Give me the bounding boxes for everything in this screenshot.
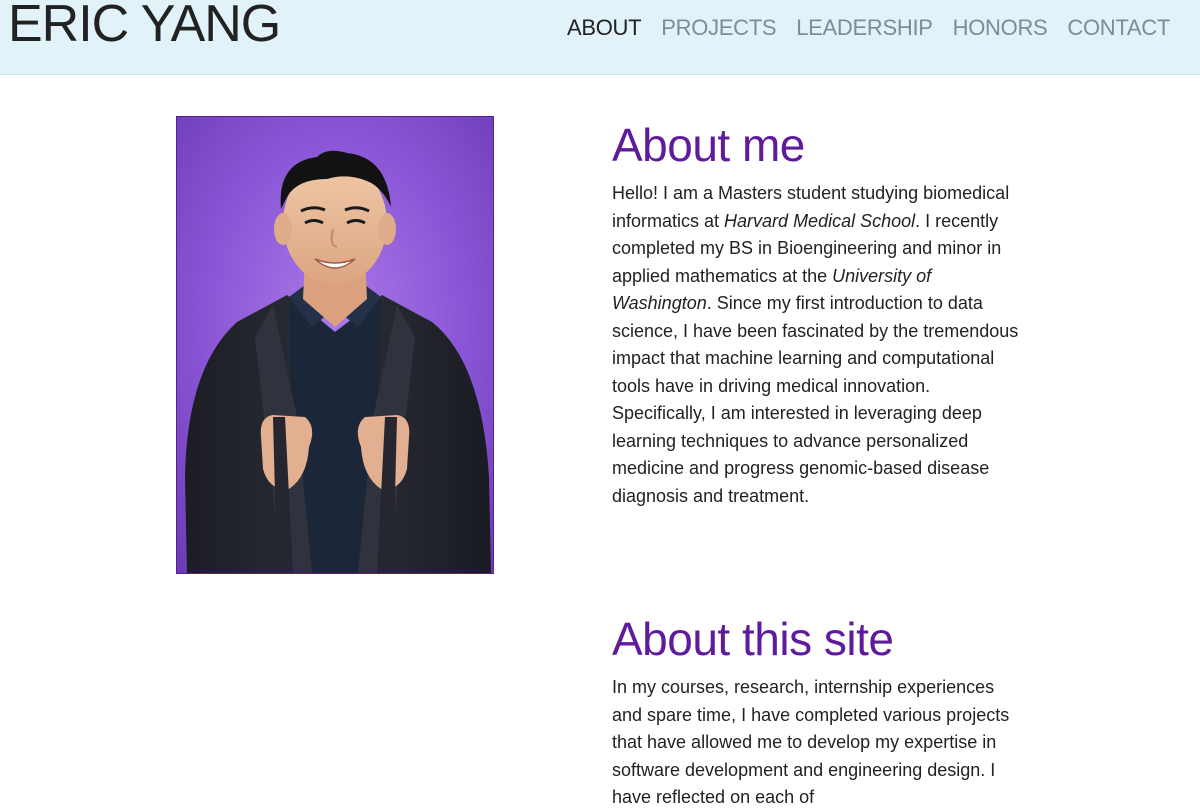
about-me-text-part: . Since my first introduction to data sc… xyxy=(612,293,1019,506)
about-me-heading: About me xyxy=(612,119,805,171)
about-site-heading: About this site xyxy=(612,613,894,665)
about-me-text: Hello! I am a Masters student studying b… xyxy=(612,180,1022,510)
about-me-section: About me Hello! I am a Masters student s… xyxy=(612,118,1022,510)
site-header: ERIC YANG ABOUT PROJECTS LEADERSHIP HONO… xyxy=(0,0,1200,75)
site-title[interactable]: ERIC YANG xyxy=(8,0,281,56)
about-site-text: In my courses, research, internship expe… xyxy=(612,677,1010,807)
nav-item-leadership[interactable]: LEADERSHIP xyxy=(796,13,933,43)
main-nav: ABOUT PROJECTS LEADERSHIP HONORS CONTACT xyxy=(567,13,1170,43)
profile-photo xyxy=(176,116,494,574)
nav-item-about[interactable]: ABOUT xyxy=(567,13,642,43)
about-site-section: About this site In my courses, research,… xyxy=(612,612,1022,812)
nav-item-contact[interactable]: CONTACT xyxy=(1067,13,1170,43)
harvard-medical-school-text: Harvard Medical School xyxy=(724,210,916,231)
nav-item-honors[interactable]: HONORS xyxy=(953,13,1048,43)
nav-item-projects[interactable]: PROJECTS xyxy=(661,13,776,43)
